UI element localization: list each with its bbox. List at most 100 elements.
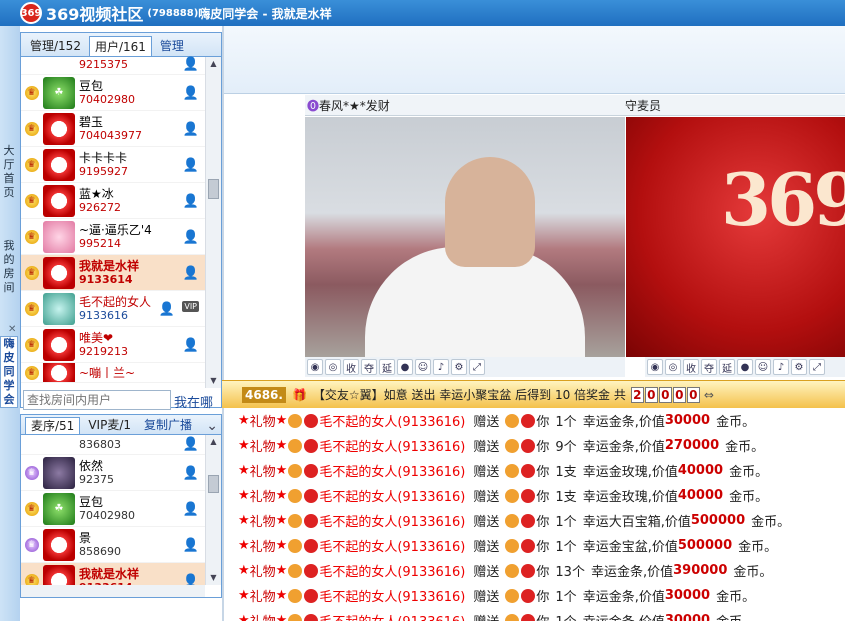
audio-icon[interactable]: ◉ xyxy=(307,359,323,375)
collect-button[interactable]: 收 xyxy=(683,359,699,375)
mic-list: 836803 👤 ♛ 依然 92375 👤 ♛ ☘ 豆包 70402980 👤 ♛ 景 858690… xyxy=(21,435,205,587)
mic-icon[interactable]: ♪ xyxy=(433,359,449,375)
expand-icon[interactable]: ⤢ xyxy=(469,359,485,375)
chat-line: ★ 礼物 ★ 毛不起的女人(9133616) 赠送你 1个 幸运金宝盆 ,价值 500000 金币… xyxy=(238,536,778,555)
chat-sender[interactable]: 毛不起的女人(9133616) xyxy=(319,436,465,455)
chat-sender[interactable]: 毛不起的女人(9133616) xyxy=(319,486,465,505)
user-tabs: 管理/152 用户/161 管理 xyxy=(21,33,221,57)
list-item[interactable]: ♛ 依然 92375 👤 xyxy=(21,455,205,491)
video-icon[interactable]: ◎ xyxy=(325,359,341,375)
collapse-chevron-icon[interactable]: ⌄ xyxy=(206,418,218,434)
collect-button[interactable]: 收 xyxy=(343,359,359,375)
list-item[interactable]: ♛ ~嘣丨兰~ xyxy=(21,363,205,383)
crown-icon xyxy=(521,488,536,503)
crown-icon xyxy=(521,563,536,578)
extend-button[interactable]: 延 xyxy=(719,359,735,375)
list-item[interactable]: ♛ ☘ 豆包 70402980 👤 xyxy=(21,491,205,527)
tab-manage[interactable]: 管理 xyxy=(155,36,189,56)
list-item[interactable]: ♛ 唯美❤ 9219213 👤 xyxy=(21,327,205,363)
chat-sender[interactable]: 毛不起的女人(9133616) xyxy=(319,586,465,605)
user-list-scrollbar[interactable]: ▲ ▼ xyxy=(205,57,221,388)
scroll-thumb[interactable] xyxy=(208,179,219,199)
list-item[interactable]: ♛ ☘ 豆包 70402980 👤 xyxy=(21,75,205,111)
list-item[interactable]: ♛ 卡卡卡卡 9195927 👤 xyxy=(21,147,205,183)
list-item-self[interactable]: ♛我就是水祥9133614👤 xyxy=(21,255,205,291)
list-item[interactable]: 9215375 👤 xyxy=(21,55,205,75)
crown-icon: ♛ xyxy=(23,500,40,517)
scroll-up-icon[interactable]: ▲ xyxy=(206,57,221,71)
chat-sender[interactable]: 毛不起的女人(9133616) xyxy=(319,561,465,580)
chat-sender[interactable]: 毛不起的女人(9133616) xyxy=(319,536,465,555)
user-icon[interactable]: ☺ xyxy=(755,359,771,375)
extend-button[interactable]: 延 xyxy=(379,359,395,375)
list-item[interactable]: ♛ 毛不起的女人 9133616 👤 VIP xyxy=(21,291,205,327)
record-icon[interactable]: ● xyxy=(737,359,753,375)
chat-sender[interactable]: 毛不起的女人(9133616) xyxy=(319,461,465,480)
avatar xyxy=(43,328,75,361)
crown-icon: ♛ xyxy=(23,464,40,481)
scroll-down-icon[interactable]: ▼ xyxy=(206,571,221,585)
title-bar: 369 369视频社区 (798888) 嗨皮同学会 - 我就是水祥 xyxy=(0,0,845,26)
side-tab-current-room[interactable]: 嗨皮同学会 xyxy=(0,336,18,408)
video-stream-1[interactable] xyxy=(305,117,625,357)
tab-users[interactable]: 用户/161 xyxy=(88,36,152,56)
user-icon: 👤 xyxy=(182,86,199,101)
user-icon[interactable]: ☺ xyxy=(415,359,431,375)
expand-icon[interactable]: ⤢ xyxy=(809,359,825,375)
list-item[interactable]: ♛ ~逼·逼乐乙'4 995214 👤 xyxy=(21,219,205,255)
user-icon xyxy=(288,463,303,478)
close-icon[interactable]: ✕ xyxy=(8,324,16,335)
room-id: (798888) xyxy=(147,7,199,19)
toggle-icon[interactable]: ⇔ xyxy=(704,388,714,402)
panel-divider[interactable] xyxy=(222,26,224,621)
chat-sender[interactable]: 毛不起的女人(9133616) xyxy=(319,611,465,621)
list-item[interactable]: ♛ 景 858690 👤 xyxy=(21,527,205,563)
user-icon xyxy=(505,538,520,553)
mic-list-hscrollbar[interactable] xyxy=(21,585,205,597)
vip-badge-icon: VIP xyxy=(182,301,199,312)
scroll-thumb[interactable] xyxy=(208,475,219,493)
side-tab-my-room[interactable]: 我的房间 xyxy=(0,239,18,295)
copy-broadcast-link[interactable]: 复制广播 xyxy=(139,417,197,434)
scroll-down-icon[interactable]: ▼ xyxy=(206,374,221,388)
app-logo-icon: 369 xyxy=(20,2,42,24)
crown-icon xyxy=(304,413,319,428)
crown-icon xyxy=(521,463,536,478)
tab-mic-queue[interactable]: 麦序/51 xyxy=(25,417,81,434)
chat-sender[interactable]: 毛不起的女人(9133616) xyxy=(319,411,465,430)
mic-list-scrollbar[interactable]: ▲ ▼ xyxy=(205,435,221,585)
video-header: ⓿春风*★*发财 守麦员 xyxy=(305,95,845,116)
list-item-self[interactable]: ♛我就是水祥9133614👤 xyxy=(21,563,205,587)
crown-icon xyxy=(304,513,319,528)
grab-button[interactable]: 夺 xyxy=(701,359,717,375)
avatar xyxy=(43,184,75,217)
room-title: 嗨皮同学会 - 我就是水祥 xyxy=(198,6,332,21)
user-icon xyxy=(288,413,303,428)
crown-icon xyxy=(521,588,536,603)
notice-count: 4686. xyxy=(242,386,286,403)
video-icon[interactable]: ◎ xyxy=(665,359,681,375)
tab-vip-mic[interactable]: VIP麦/1 xyxy=(83,417,136,434)
avatar xyxy=(43,148,75,181)
list-item[interactable]: ♛ 蓝★冰 926272 👤 xyxy=(21,183,205,219)
user-icon xyxy=(288,538,303,553)
mic-icon[interactable]: ♪ xyxy=(773,359,789,375)
list-item[interactable]: ♛ 碧玉 704043977 👤 xyxy=(21,111,205,147)
gear-icon[interactable]: ⚙ xyxy=(791,359,807,375)
tab-admins[interactable]: 管理/152 xyxy=(25,36,86,56)
side-tab-hall[interactable]: 大厅首页 xyxy=(0,144,18,200)
user-search-input[interactable] xyxy=(23,390,171,410)
user-icon xyxy=(505,463,520,478)
audio-icon[interactable]: ◉ xyxy=(647,359,663,375)
grab-button[interactable]: 夺 xyxy=(361,359,377,375)
record-icon[interactable]: ● xyxy=(397,359,413,375)
user-icon: 👤 xyxy=(182,230,199,245)
crown-icon xyxy=(521,413,536,428)
list-item[interactable]: 836803 👤 xyxy=(21,435,205,455)
video-stream-2[interactable]: 369 xyxy=(626,117,845,357)
gear-icon[interactable]: ⚙ xyxy=(451,359,467,375)
find-me-button[interactable]: 我在哪 xyxy=(174,392,213,411)
chat-sender[interactable]: 毛不起的女人(9133616) xyxy=(319,511,465,530)
scroll-up-icon[interactable]: ▲ xyxy=(206,435,221,449)
crown-icon: ♛ xyxy=(23,156,40,173)
